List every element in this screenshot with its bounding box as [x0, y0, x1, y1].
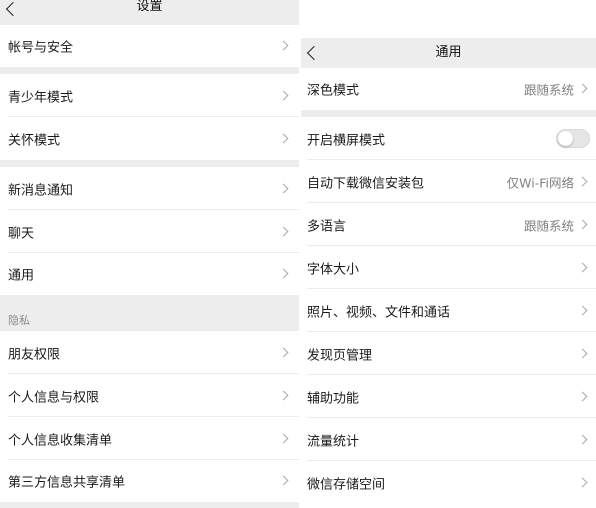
chevron-right-icon — [577, 348, 588, 358]
settings-item-label: 朋友权限 — [8, 347, 61, 362]
general-item-label: 照片、视频、文件和通话 — [307, 305, 451, 320]
general-item-accessibility[interactable]: 辅助功能 — [301, 375, 596, 418]
general-item-auto-download[interactable]: 自动下载微信安装包 仅Wi-Fi网络 — [301, 160, 596, 203]
settings-item-friend-permissions[interactable]: 朋友权限 — [0, 331, 299, 374]
settings-item-label: 个人信息与权限 — [8, 390, 100, 405]
general-item-media-files-calls[interactable]: 照片、视频、文件和通话 — [301, 289, 596, 332]
settings-item-label: 第三方信息共享清单 — [8, 475, 126, 491]
general-item-label: 开启横屏模式 — [307, 133, 386, 148]
general-item-label: 发现页管理 — [307, 348, 373, 363]
toggle-knob — [558, 130, 573, 146]
general-item-label: 多语言 — [307, 219, 347, 234]
chevron-right-icon — [278, 433, 289, 443]
chevron-right-icon — [577, 477, 588, 487]
general-item-label: 微信存储空间 — [307, 477, 386, 492]
landscape-toggle[interactable] — [556, 128, 590, 148]
chevron-right-icon — [577, 262, 588, 272]
chevron-right-icon — [278, 40, 289, 51]
chevron-right-icon — [577, 219, 588, 229]
chevron-right-icon — [278, 90, 289, 100]
general-item-label: 自动下载微信安装包 — [307, 176, 425, 191]
general-item-value: 仅Wi-Fi网络 — [506, 175, 574, 190]
chevron-right-icon — [577, 305, 588, 315]
settings-item-personal-info-collection[interactable]: 个人信息收集清单 — [0, 417, 299, 460]
chevron-right-icon — [278, 183, 289, 193]
settings-item-label: 聊天 — [8, 226, 35, 241]
chevron-right-icon — [577, 83, 588, 94]
chevron-right-icon — [577, 176, 588, 186]
general-item-label: 流量统计 — [307, 434, 360, 449]
general-item-landscape-mode[interactable]: 开启横屏模式 — [301, 117, 596, 160]
general-item-data-usage[interactable]: 流量统计 — [301, 418, 596, 461]
settings-panel: 设置 帐号与安全 青少年模式 关怀模式 新消息通知 聊天 通用 隐私 朋友权限 … — [0, 0, 299, 508]
settings-item-label: 帐号与安全 — [8, 40, 74, 56]
chevron-right-icon — [278, 268, 289, 279]
general-item-storage[interactable]: 微信存储空间 — [301, 461, 596, 504]
general-item-label: 辅助功能 — [307, 391, 360, 406]
general-panel: 通用 深色模式 跟随系统 开启横屏模式 自动下载微信安装包 仅Wi-Fi网络 多… — [301, 0, 596, 508]
settings-item-care-mode[interactable]: 关怀模式 — [0, 117, 299, 160]
chevron-right-icon — [577, 434, 588, 444]
settings-item-chat[interactable]: 聊天 — [0, 210, 299, 253]
chevron-right-icon — [278, 133, 289, 143]
chevron-right-icon — [278, 475, 289, 486]
settings-item-notifications[interactable]: 新消息通知 — [0, 167, 299, 210]
settings-item-general[interactable]: 通用 — [0, 253, 299, 295]
settings-item-personal-info-permissions[interactable]: 个人信息与权限 — [0, 374, 299, 417]
page-title: 通用 — [435, 45, 462, 60]
section-header-privacy: 隐私 — [8, 314, 30, 327]
general-item-discover-management[interactable]: 发现页管理 — [301, 332, 596, 375]
general-nav-bar: 通用 — [301, 38, 596, 68]
settings-nav-bar: 设置 — [0, 0, 299, 25]
chevron-right-icon — [278, 226, 289, 236]
general-item-value: 跟随系统 — [523, 82, 574, 98]
settings-item-label: 关怀模式 — [8, 133, 61, 148]
general-item-label: 深色模式 — [307, 83, 360, 99]
general-item-dark-mode[interactable]: 深色模式 跟随系统 — [301, 68, 596, 110]
settings-item-label: 青少年模式 — [8, 90, 74, 105]
settings-item-third-party-sharing[interactable]: 第三方信息共享清单 — [0, 460, 299, 502]
general-item-label: 字体大小 — [307, 262, 360, 277]
settings-item-label: 新消息通知 — [8, 183, 74, 198]
settings-item-label: 通用 — [8, 268, 35, 284]
general-item-value: 跟随系统 — [523, 218, 574, 233]
settings-item-teen-mode[interactable]: 青少年模式 — [0, 74, 299, 117]
general-item-language[interactable]: 多语言 跟随系统 — [301, 203, 596, 246]
settings-item-account-security[interactable]: 帐号与安全 — [0, 25, 299, 67]
page-title: 设置 — [136, 0, 163, 14]
section-gap — [301, 110, 596, 117]
chevron-right-icon — [278, 390, 289, 400]
chevron-right-icon — [577, 391, 588, 401]
general-item-font-size[interactable]: 字体大小 — [301, 246, 596, 289]
settings-item-label: 个人信息收集清单 — [8, 433, 113, 448]
chevron-right-icon — [278, 347, 289, 357]
